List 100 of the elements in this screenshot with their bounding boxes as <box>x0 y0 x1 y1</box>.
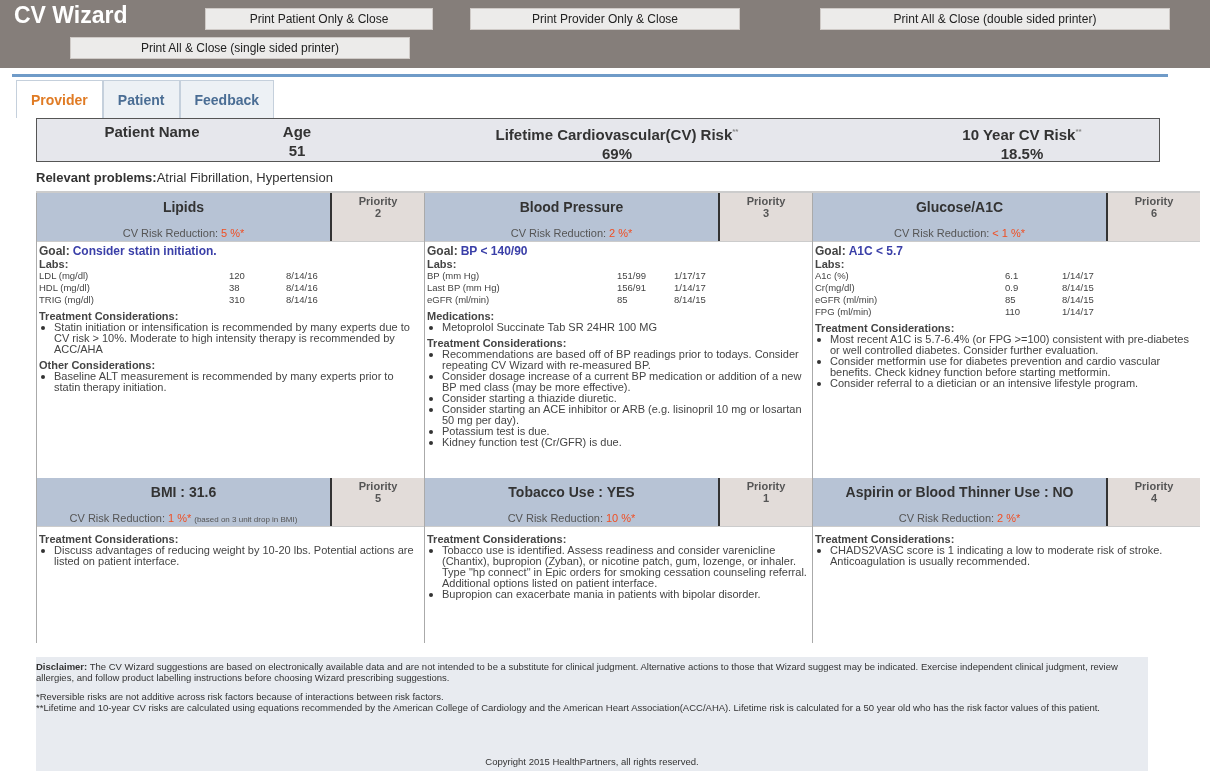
bullet-icon <box>41 375 45 379</box>
consideration-text: Potassium test is due. <box>442 426 550 437</box>
section-heading: Treatment Considerations: <box>427 533 568 545</box>
reduction-note: (based on 3 unit drop in BMI) <box>194 515 298 524</box>
consideration-text: Recommendations are based off of BP readings prior to todays. Consider repeating CV Wizard with re-measured BP. <box>442 349 800 371</box>
print-button[interactable]: Print Provider Only & Close <box>470 8 740 30</box>
reduction-value: 10 %* <box>606 512 636 524</box>
reduction-label: CV Risk Reduction: <box>510 227 607 239</box>
bullet-icon <box>429 353 433 357</box>
consideration-text: Discuss advantages of reducing weight by 10-20 lbs. Potential actions are listed on patient interface. <box>54 545 415 567</box>
priority-label: Priority <box>1134 195 1174 207</box>
consideration-text: Bupropion can exacerbate mania in patients with bipolar disorder. <box>442 589 761 600</box>
priority-value: 2 <box>374 207 382 219</box>
consideration-text: Consider starting a thiazide diuretic. <box>442 393 617 404</box>
summary-value: 18.5% <box>1000 144 1044 163</box>
priority-value: 4 <box>1150 492 1158 504</box>
section-heading: Treatment Considerations: <box>427 337 568 349</box>
section-heading: Treatment Considerations: <box>39 310 180 322</box>
priority-label: Priority <box>746 480 786 492</box>
priority-value: 6 <box>1150 207 1158 219</box>
consideration-text: Consider referral to a dietician or an intensive lifestyle program. <box>830 378 1139 389</box>
lab-value: 151/99 <box>617 270 648 282</box>
reduction-label: CV Risk Reduction: <box>122 227 219 239</box>
reduction-value: 5 %* <box>221 227 245 239</box>
section-heading: Labs: <box>815 258 846 270</box>
reduction-label: CV Risk Reduction: <box>898 512 995 524</box>
lab-name: LDL (mg/dl) <box>39 270 90 282</box>
consideration-text: Statin initiation or intensification is recommended by many experts due to CV risk > 10%. Moderate to high intensity therapy is recommended by ACC/AHA <box>54 322 411 355</box>
bullet-icon <box>429 593 433 597</box>
consideration-text: Consider dosage increase of a current BP medication or addition of a new BP med class (may be more effective). <box>442 371 803 393</box>
priority-label: Priority <box>358 195 398 207</box>
lab-name: eGFR (ml/min) <box>815 294 879 306</box>
lab-date: 8/14/16 <box>286 270 318 282</box>
footnote-text: *Reversible risks are not additive across risk factors because of interactions between risk factors. <box>36 691 445 702</box>
bullet-icon <box>429 397 433 401</box>
print-button[interactable]: Print Patient Only & Close <box>205 8 433 30</box>
priority-label: Priority <box>358 480 398 492</box>
lab-value: 85 <box>1005 294 1017 306</box>
consideration-text: CHADS2VASC score is 1 indicating a low to moderate risk of stroke. Anticoagulation is usually recommended. <box>830 545 1164 567</box>
lab-value: 310 <box>229 294 246 306</box>
bullet-icon <box>429 408 433 412</box>
priority-value: 1 <box>762 492 770 504</box>
lab-date: 8/14/16 <box>286 282 318 294</box>
lab-date: 8/14/15 <box>1062 282 1094 294</box>
bullet-icon <box>41 549 45 553</box>
section-heading: Treatment Considerations: <box>815 533 956 545</box>
lab-name: Cr(mg/dl) <box>815 282 856 294</box>
priority-label: Priority <box>1134 480 1174 492</box>
goal-value: BP < 140/90 <box>460 244 528 258</box>
consideration-text: Kidney function test (Cr/GFR) is due. <box>442 437 622 448</box>
lab-value: 85 <box>617 294 629 306</box>
card-title: Lipids <box>162 199 205 215</box>
problems-label: Relevant problems: <box>36 170 157 185</box>
footnote-text: **Lifetime and 10-year CV risks are calculated using equations recommended by the American College of Cardiology and the American Heart Association(ACC/AHA). Lifetime risk is calculated for a 50 year old who has the risk factor values of this patient. <box>36 702 1101 713</box>
lab-date: 1/14/17 <box>674 282 706 294</box>
bullet-icon <box>817 338 821 342</box>
card-title: Aspirin or Blood Thinner Use : NO <box>845 484 1074 500</box>
bullet-icon <box>817 360 821 364</box>
lab-value: 120 <box>229 270 246 282</box>
bullet-icon <box>817 549 821 553</box>
lab-value: 110 <box>1005 306 1022 318</box>
priority-value: 3 <box>762 207 770 219</box>
consideration-text: Metoprolol Succinate Tab SR 24HR 100 MG <box>442 322 657 333</box>
goal-label: Goal: <box>427 244 458 258</box>
tab[interactable]: Patient <box>102 80 180 118</box>
reduction-label: CV Risk Reduction: <box>893 227 990 239</box>
bullet-icon <box>429 441 433 445</box>
card-title: Blood Pressure <box>519 199 624 215</box>
goal-label: Goal: <box>39 244 70 258</box>
print-button[interactable]: Print All & Close (single sided printer) <box>70 37 410 59</box>
reduction-value: 2 %* <box>997 512 1021 524</box>
disclaimer-text: Disclaimer: The CV Wizard suggestions are based on electronically available data and are not intended to be a substitute for clinical judgment. Alternative actions to those that Wizard suggest may be indicated. Exercise independent clinical judgment, review allergies, and follow product labelling instructions before choosing Wizard prescribing suggestions. <box>36 661 1119 683</box>
reduction-label: CV Risk Reduction: <box>69 512 165 524</box>
lab-date: 8/14/15 <box>674 294 706 306</box>
problems-value: Atrial Fibrillation, Hypertension <box>156 170 333 185</box>
lab-date: 1/14/17 <box>1062 270 1094 282</box>
priority-label: Priority <box>746 195 786 207</box>
lab-date: 1/17/17 <box>674 270 706 282</box>
summary-header: Lifetime Cardiovascular(CV) Risk$^{**}$ <box>495 125 739 144</box>
goal-value: Consider statin initiation. <box>72 244 217 258</box>
lab-name: HDL (mg/dl) <box>39 282 91 294</box>
app-title: CV Wizard <box>14 2 128 29</box>
consideration-text: Tobacco use is identified. Assess readiness and consider varenicline (Chantix), bupropion (Zyban), or nicotine patch, gum, lozenge, or inhaler. Type "hp connect" in Epic orders for smoking cessation counseling referral. Additional options listed on patient interface. <box>442 545 808 589</box>
card-title: Glucose/A1C <box>915 199 1004 215</box>
priority-value: 5 <box>374 492 382 504</box>
lab-date: 8/14/16 <box>286 294 318 306</box>
tab[interactable]: Feedback <box>179 80 275 118</box>
bullet-icon <box>429 375 433 379</box>
bullet-icon <box>429 326 433 330</box>
lab-value: 6.1 <box>1005 270 1020 282</box>
summary-value: 51 <box>288 141 306 160</box>
print-button[interactable]: Print All & Close (double sided printer) <box>820 8 1170 30</box>
bullet-icon <box>429 430 433 434</box>
section-heading: Medications: <box>427 310 496 322</box>
consideration-text: Consider metformin use for diabetes prevention and cardio vascular benefits. Check kidney function before starting metformin. <box>830 356 1162 378</box>
consideration-text: Baseline ALT measurement is recommended by many experts prior to statin therapy initiation. <box>54 371 395 393</box>
copyright-text: Copyright 2015 HealthPartners, all rights reserved. <box>485 756 699 767</box>
lab-date: 8/14/15 <box>1062 294 1094 306</box>
lab-value: 38 <box>229 282 241 294</box>
lab-name: BP (mm Hg) <box>427 270 481 282</box>
